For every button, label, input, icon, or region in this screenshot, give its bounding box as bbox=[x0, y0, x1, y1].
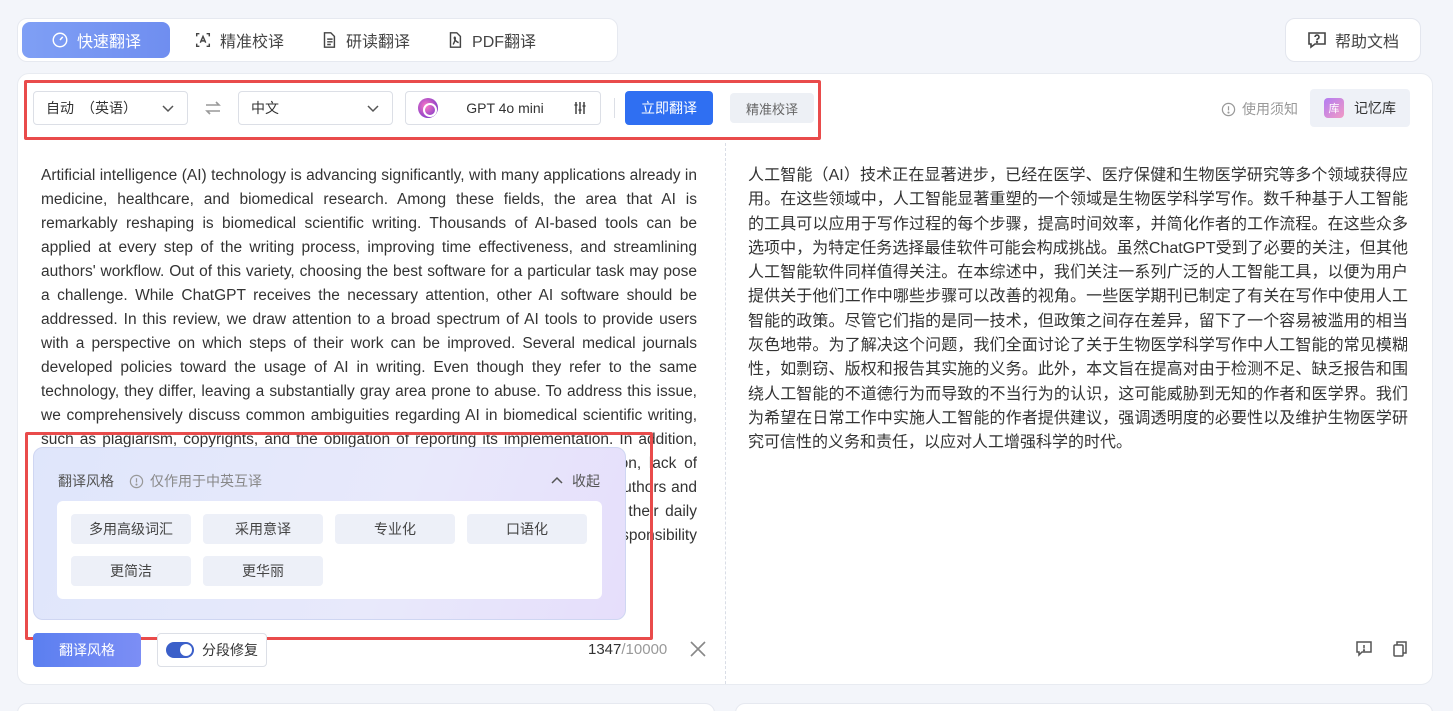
panel-divider bbox=[725, 143, 726, 684]
tab-label: PDF翻译 bbox=[472, 34, 537, 51]
gauge-icon bbox=[52, 32, 68, 48]
memory-library-label: 记忆库 bbox=[1354, 100, 1396, 116]
output-actions bbox=[1355, 640, 1409, 658]
tab-label: 快速翻译 bbox=[76, 34, 141, 51]
help-docs-button[interactable]: 帮助文档 bbox=[1285, 18, 1421, 62]
tab-pdf-translate[interactable]: PDF翻译 bbox=[428, 22, 554, 58]
highlight-box-toolbar bbox=[24, 80, 821, 140]
character-count: 1347/10000 bbox=[588, 641, 667, 658]
document-icon bbox=[323, 32, 336, 48]
clear-icon[interactable] bbox=[689, 640, 707, 658]
segment-fix-label: 分段修复 bbox=[202, 642, 258, 658]
help-label: 帮助文档 bbox=[1334, 34, 1399, 51]
library-icon: 库 bbox=[1324, 98, 1344, 118]
usage-notice-label: 使用须知 bbox=[1242, 101, 1298, 117]
scan-text-icon bbox=[195, 32, 211, 48]
tab-quick-translate[interactable]: 快速翻译 bbox=[22, 22, 170, 58]
highlight-box-style-popup bbox=[25, 432, 653, 640]
usage-notice-link[interactable]: 使用须知 bbox=[1221, 99, 1298, 119]
info-icon bbox=[1221, 102, 1236, 116]
tab-label: 研读翻译 bbox=[346, 34, 411, 51]
translation-style-button[interactable]: 翻译风格 bbox=[33, 633, 141, 667]
mode-tabbar: 快速翻译 精准校译 研读翻译 PDF翻译 bbox=[17, 18, 618, 62]
tab-precise-proofread[interactable]: 精准校译 bbox=[176, 22, 302, 58]
segment-fix-toggle[interactable]: 分段修复 bbox=[157, 633, 267, 667]
feedback-icon[interactable] bbox=[1355, 640, 1373, 658]
lower-card-right bbox=[735, 703, 1433, 711]
toggle-switch[interactable] bbox=[166, 642, 194, 658]
pdf-icon bbox=[449, 32, 462, 48]
memory-library-button[interactable]: 库 记忆库 bbox=[1310, 89, 1410, 127]
tab-label: 精准校译 bbox=[220, 34, 285, 51]
tab-study-translate[interactable]: 研读翻译 bbox=[302, 22, 428, 58]
copy-icon[interactable] bbox=[1391, 640, 1409, 658]
help-icon bbox=[1308, 32, 1326, 49]
char-count-value: 1347 bbox=[588, 641, 622, 658]
char-count-max: /10000 bbox=[621, 641, 668, 658]
lower-card-left bbox=[17, 703, 715, 711]
translation-output: 人工智能（AI）技术正在显著进步，已经在医学、医疗保健和生物医学研究等多个领域获… bbox=[748, 167, 1408, 452]
